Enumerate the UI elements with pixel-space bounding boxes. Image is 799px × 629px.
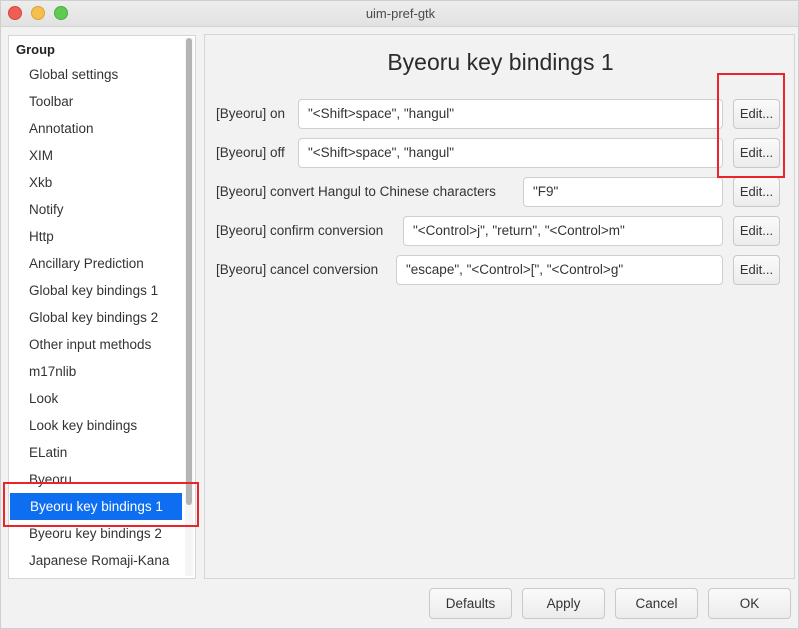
byeoru-on-field[interactable]: "<Shift>space", "hangul" [298,99,723,129]
byeoru-off-field[interactable]: "<Shift>space", "hangul" [298,138,723,168]
group-item-global-key-bindings-2[interactable]: Global key bindings 2 [9,304,183,331]
group-item-look-key-bindings[interactable]: Look key bindings [9,412,183,439]
group-item-look[interactable]: Look [9,385,183,412]
group-item-global-settings[interactable]: Global settings [9,61,183,88]
cancel-conversion-edit-button[interactable]: Edit... [733,255,780,285]
cancel-conversion-label: [Byeoru] cancel conversion [216,262,379,277]
app-window: uim-pref-gtk Group Global settings Toolb… [0,0,799,629]
group-item-byeoru-key-bindings-1[interactable]: Byeoru key bindings 1 [10,493,182,520]
byeoru-off-label: [Byeoru] off [216,145,285,160]
apply-button[interactable]: Apply [522,588,605,619]
byeoru-off-edit-button[interactable]: Edit... [733,138,780,168]
group-item-japanese-romaji-kana[interactable]: Japanese Romaji-Kana [9,547,183,574]
group-list-panel: Group Global settings Toolbar Annotation… [8,35,196,579]
byeoru-on-edit-button[interactable]: Edit... [733,99,780,129]
convert-hangul-field[interactable]: "F9" [523,177,723,207]
group-item-toolbar[interactable]: Toolbar [9,88,183,115]
page-title: Byeoru key bindings 1 [387,49,614,75]
group-item-notify[interactable]: Notify [9,196,183,223]
group-item-xkb[interactable]: Xkb [9,169,183,196]
group-item-http[interactable]: Http [9,223,183,250]
cancel-conversion-field[interactable]: "escape", "<Control>[", "<Control>g" [396,255,723,285]
convert-hangul-edit-button[interactable]: Edit... [733,177,780,207]
convert-hangul-label: [Byeoru] convert Hangul to Chinese chara… [216,184,496,199]
group-column-header[interactable]: Group [16,42,55,57]
group-item-m17nlib[interactable]: m17nlib [9,358,183,385]
window-title: uim-pref-gtk [365,6,436,21]
group-item-other-input-methods[interactable]: Other input methods [9,331,183,358]
ok-button[interactable]: OK [708,588,791,619]
group-list-scrollbar-thumb[interactable] [186,38,192,505]
group-item-ancillary-prediction[interactable]: Ancillary Prediction [9,250,183,277]
byeoru-on-label: [Byeoru] on [216,106,286,121]
group-item-byeoru-key-bindings-2[interactable]: Byeoru key bindings 2 [9,520,183,547]
group-item-global-key-bindings-1[interactable]: Global key bindings 1 [9,277,183,304]
confirm-conversion-edit-button[interactable]: Edit... [733,216,780,246]
defaults-button[interactable]: Defaults [429,588,512,619]
settings-panel: Byeoru key bindings 1 [Byeoru] on "<Shif… [204,34,795,579]
group-item-elatin[interactable]: ELatin [9,439,183,466]
group-item-xim[interactable]: XIM [9,142,183,169]
group-item-byeoru[interactable]: Byeoru [9,466,183,493]
group-item-annotation[interactable]: Annotation [9,115,183,142]
cancel-button[interactable]: Cancel [615,588,698,619]
confirm-conversion-field[interactable]: "<Control>j", "return", "<Control>m" [403,216,723,246]
title-bar: uim-pref-gtk [1,1,798,27]
confirm-conversion-label: [Byeoru] confirm conversion [216,223,384,238]
